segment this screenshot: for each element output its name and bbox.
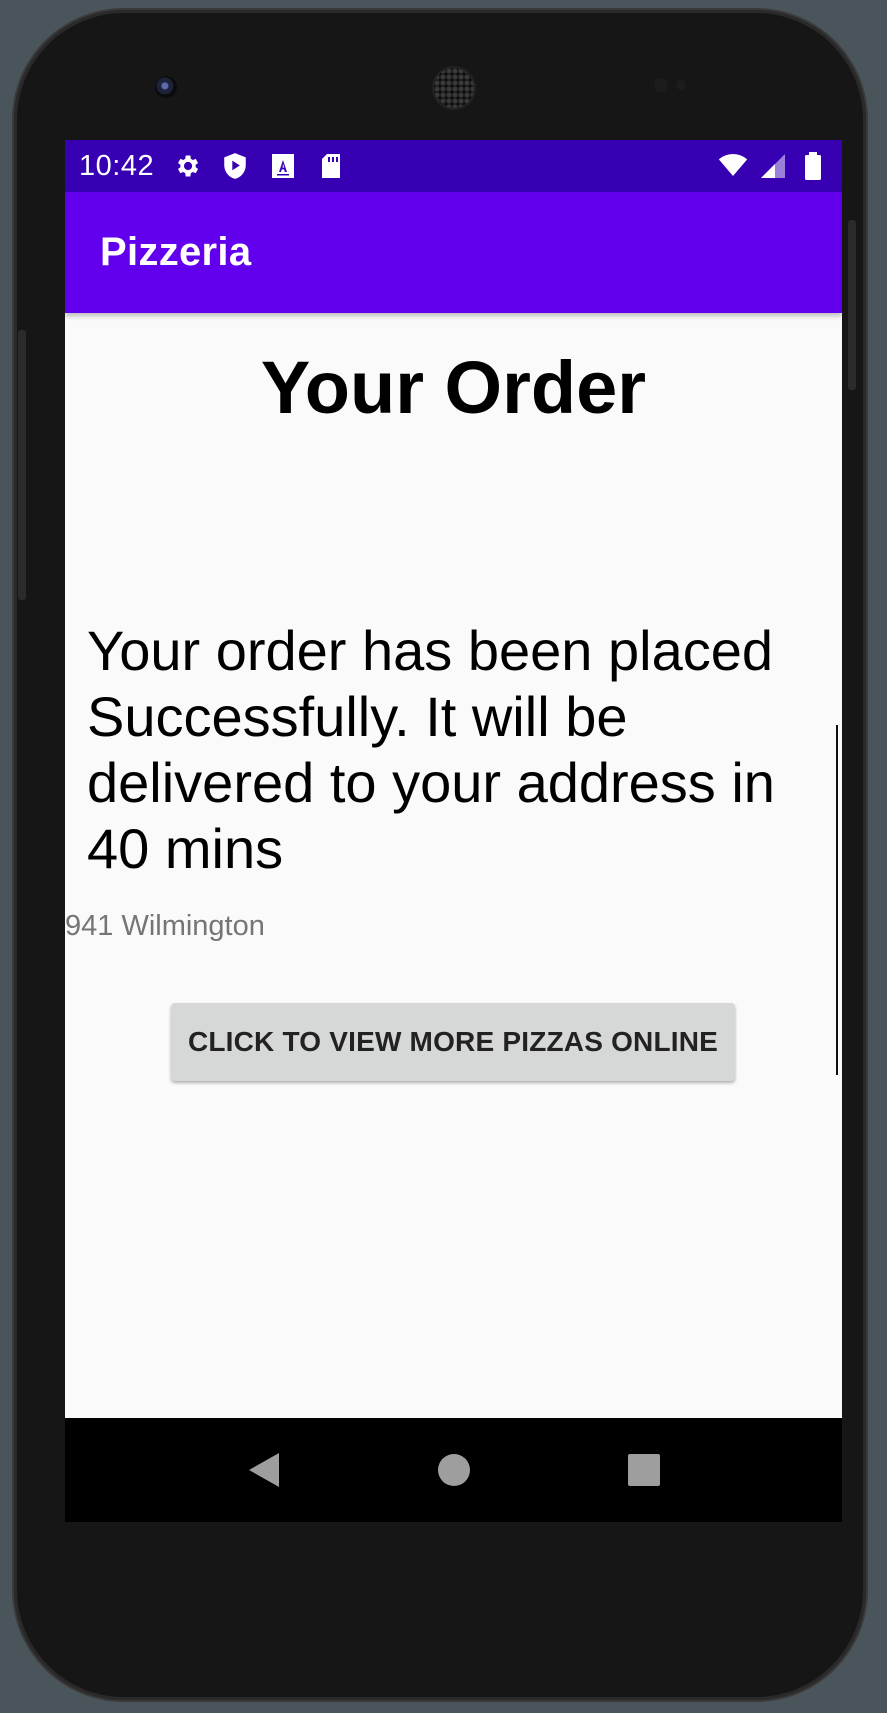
battery-icon xyxy=(798,151,828,181)
back-icon[interactable] xyxy=(244,1450,284,1490)
earpiece-speaker xyxy=(434,68,474,108)
recents-icon[interactable] xyxy=(624,1450,664,1490)
status-bar: 10:42 xyxy=(65,140,842,192)
app-title: Pizzeria xyxy=(100,230,252,274)
light-sensor xyxy=(676,80,686,90)
status-icons-right xyxy=(718,151,828,181)
volume-button xyxy=(18,330,26,600)
navigation-bar xyxy=(65,1418,842,1522)
front-camera xyxy=(155,76,177,98)
shield-play-icon xyxy=(220,151,250,181)
home-icon[interactable] xyxy=(434,1450,474,1490)
order-confirmation-message: Your order has been placed Successfully.… xyxy=(87,619,775,880)
app-bar: Pizzeria xyxy=(65,192,842,313)
phone-frame: 10:42 Pizzeria Your Order Your order has… xyxy=(14,10,866,1700)
delivery-address: 941 Wilmington xyxy=(65,910,265,942)
signal-icon xyxy=(758,151,788,181)
edge-divider xyxy=(836,725,842,1075)
font-a-icon xyxy=(268,151,298,181)
status-icons-left xyxy=(172,151,346,181)
screen: 10:42 Pizzeria Your Order Your order has… xyxy=(65,140,842,1522)
view-more-pizzas-button[interactable]: CLICK TO VIEW MORE PIZZAS ONLINE xyxy=(171,1003,735,1081)
wifi-icon xyxy=(718,151,748,181)
sd-card-icon xyxy=(316,151,346,181)
status-time: 10:42 xyxy=(79,149,155,182)
power-button xyxy=(848,220,856,390)
page-title: Your Order xyxy=(260,346,647,429)
settings-icon xyxy=(172,151,202,181)
proximity-sensor xyxy=(654,78,668,92)
